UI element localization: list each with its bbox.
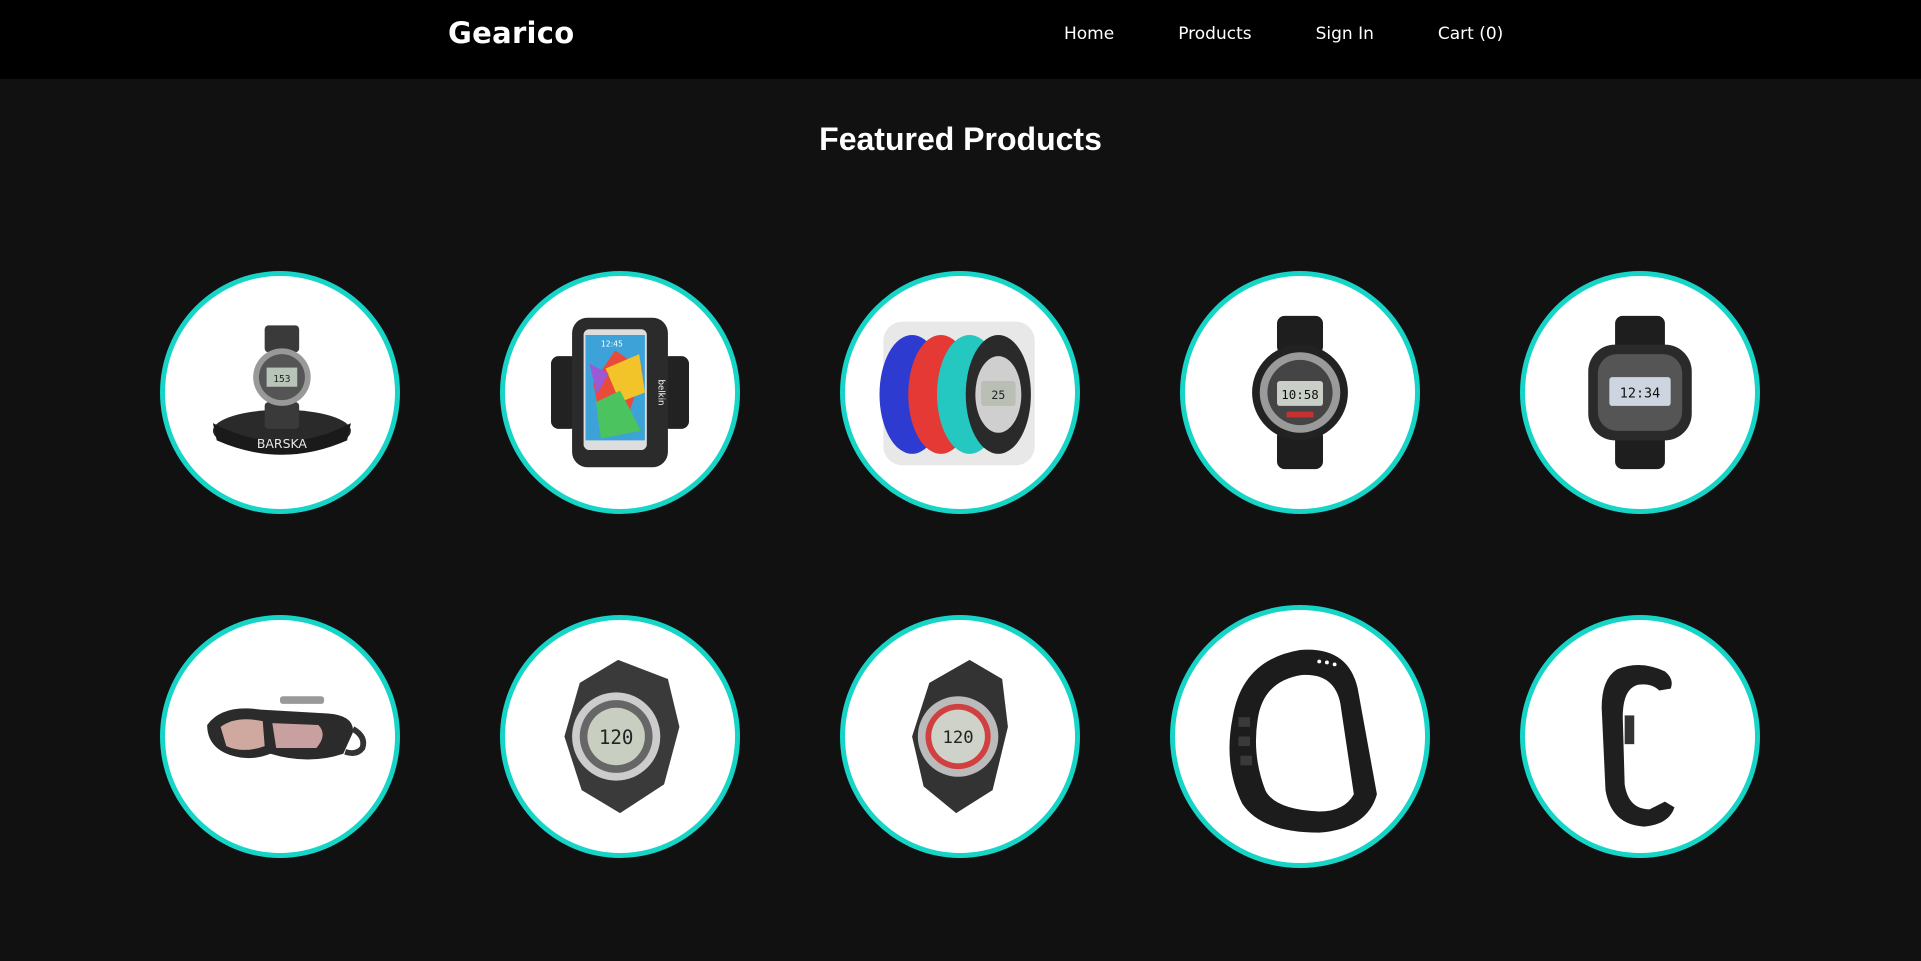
product-card[interactable] [160, 615, 400, 858]
product-card[interactable]: 12:45 belkin [500, 271, 740, 514]
product-card[interactable] [1520, 615, 1760, 858]
product-card[interactable]: 10:58 [1180, 271, 1420, 514]
casio-tough-solar-watch-icon: 12:34 [1588, 315, 1692, 470]
color-watches-icon: 25 [879, 321, 1035, 466]
smart-goggles-icon [207, 696, 367, 760]
watch-display-text: 10:58 [1281, 387, 1318, 402]
product-card[interactable]: 120 [840, 615, 1080, 858]
g-shock-watch-icon: 10:58 [1252, 315, 1348, 470]
navbar: Gearico Home Products Sign In Cart (0) [0, 0, 1921, 79]
phone-armband-icon: 12:45 belkin [551, 317, 689, 468]
watch-display-text: 120 [943, 728, 974, 748]
watch-display-text: 153 [273, 374, 291, 385]
nav-menu: Home Products Sign In Cart (0) [1064, 24, 1503, 44]
barska-watch-icon: 153 BARSKA [212, 325, 351, 455]
watch-display-text: 12:34 [1620, 386, 1660, 401]
nav-products-link[interactable]: Products [1178, 24, 1251, 44]
brand-logo-text: BARSKA [257, 436, 308, 451]
featured-products-title: Featured Products [819, 121, 1102, 157]
product-card[interactable] [1170, 605, 1430, 868]
nav-cart-link[interactable]: Cart (0) [1438, 24, 1503, 44]
nav-home-link[interactable]: Home [1064, 24, 1114, 44]
brand-logo-text: belkin [655, 380, 665, 406]
heart-rate-watch-icon: 120 [564, 659, 680, 814]
phone-time-text: 12:45 [601, 340, 623, 349]
product-card[interactable]: 25 [840, 271, 1080, 514]
nav-signin-link[interactable]: Sign In [1316, 24, 1374, 44]
cuff-band-icon [1601, 665, 1675, 827]
watch-display-text: 120 [599, 726, 634, 749]
product-card[interactable]: 12:34 [1520, 271, 1760, 514]
product-card[interactable]: 153 BARSKA [160, 271, 400, 514]
heart-rate-watch-red-icon: 120 [912, 659, 1008, 814]
watch-display-text: 25 [991, 388, 1005, 402]
product-card[interactable]: 120 [500, 615, 740, 858]
fitness-band-icon [1229, 649, 1377, 833]
brand-logo[interactable]: Gearico [448, 16, 575, 50]
